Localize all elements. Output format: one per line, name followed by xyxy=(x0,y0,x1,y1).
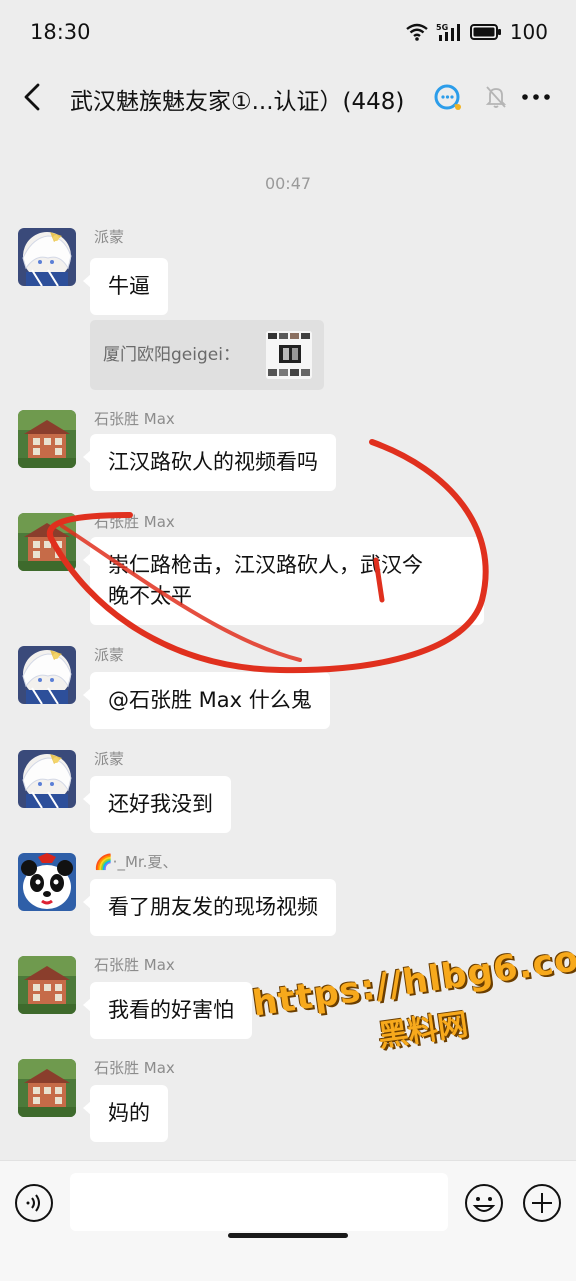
house-avatar-image xyxy=(18,956,76,1014)
panda-avatar-image xyxy=(18,853,76,911)
anime-avatar-image xyxy=(18,646,76,704)
message-bubble[interactable]: 牛逼 xyxy=(83,258,168,315)
quote-text: 厦门欧阳geigei： xyxy=(103,345,240,365)
sender-name: 石张胜 Max xyxy=(94,956,175,974)
avatar[interactable] xyxy=(18,853,76,911)
message-bubble[interactable]: 我看的好害怕 xyxy=(83,982,252,1039)
anime-avatar-image xyxy=(18,750,76,808)
sender-name: 派蒙 xyxy=(94,228,125,246)
sender-name: 派蒙 xyxy=(94,646,125,664)
emoji-icon[interactable] xyxy=(464,1183,504,1223)
avatar[interactable] xyxy=(18,228,76,286)
battery-percentage: 100 xyxy=(509,20,548,44)
svg-text:5G: 5G xyxy=(436,23,448,32)
message-bubble[interactable]: @石张胜 Max 什么鬼 xyxy=(83,672,330,729)
battery-icon xyxy=(469,24,501,40)
status-bar: 18:30 5G 100 xyxy=(0,0,576,66)
watermark-name: 黑料网 xyxy=(376,1007,471,1055)
chat-header: 武汉魅族魅友家①...认证）(448) xyxy=(0,66,576,128)
house-avatar-image xyxy=(18,1059,76,1117)
chat-timestamp: 00:47 xyxy=(264,174,312,193)
bell-muted-icon xyxy=(485,86,507,108)
message-bubble[interactable]: 妈的 xyxy=(83,1085,168,1142)
customer-service-icon[interactable] xyxy=(432,82,464,114)
avatar[interactable] xyxy=(18,956,76,1014)
message-bubble[interactable]: 看了朋友发的现场视频 xyxy=(83,879,336,936)
quote-thumbnail xyxy=(266,331,312,379)
sender-name: 🌈·_Mr.夏、 xyxy=(94,853,178,871)
message-bubble[interactable]: 还好我没到 xyxy=(83,776,231,833)
quoted-message[interactable]: 厦门欧阳geigei： xyxy=(90,320,324,390)
video-thumbnail-image xyxy=(266,331,312,379)
avatar[interactable] xyxy=(18,513,76,571)
sender-name: 石张胜 Max xyxy=(94,410,175,428)
message-line: 崇仁路枪击，江汉路砍人，武汉今 xyxy=(108,553,423,577)
voice-input-icon[interactable] xyxy=(14,1183,54,1223)
anime-avatar-image xyxy=(18,228,76,286)
chat-title[interactable]: 武汉魅族魅友家①...认证）(448) xyxy=(70,82,404,116)
more-dots-icon[interactable] xyxy=(520,84,552,110)
input-bar xyxy=(0,1160,576,1281)
house-avatar-image xyxy=(18,513,76,571)
avatar[interactable] xyxy=(18,750,76,808)
message-input[interactable] xyxy=(70,1173,448,1231)
message-bubble[interactable]: 江汉路砍人的视频看吗 xyxy=(83,434,336,491)
avatar[interactable] xyxy=(18,410,76,468)
house-avatar-image xyxy=(18,410,76,468)
sender-name: 石张胜 Max xyxy=(94,1059,175,1077)
wifi-icon xyxy=(406,23,428,41)
home-indicator xyxy=(228,1233,348,1238)
sender-name: 石张胜 Max xyxy=(94,513,175,531)
status-time: 18:30 xyxy=(30,20,91,44)
sender-name: 派蒙 xyxy=(94,750,125,768)
avatar[interactable] xyxy=(18,646,76,704)
status-icons: 5G 100 xyxy=(406,20,548,44)
avatar[interactable] xyxy=(18,1059,76,1117)
message-line: 晚不太平 xyxy=(108,584,192,608)
cellular-signal-icon: 5G xyxy=(436,23,460,41)
watermark-url: https://hlbg6.com xyxy=(250,933,576,1025)
plus-icon[interactable] xyxy=(522,1183,562,1223)
watermark: https://hlbg6.com 黑料网 xyxy=(250,933,576,1054)
chevron-left-icon[interactable] xyxy=(18,80,48,114)
message-bubble[interactable]: 崇仁路枪击，江汉路砍人，武汉今 晚不太平 xyxy=(83,537,484,625)
